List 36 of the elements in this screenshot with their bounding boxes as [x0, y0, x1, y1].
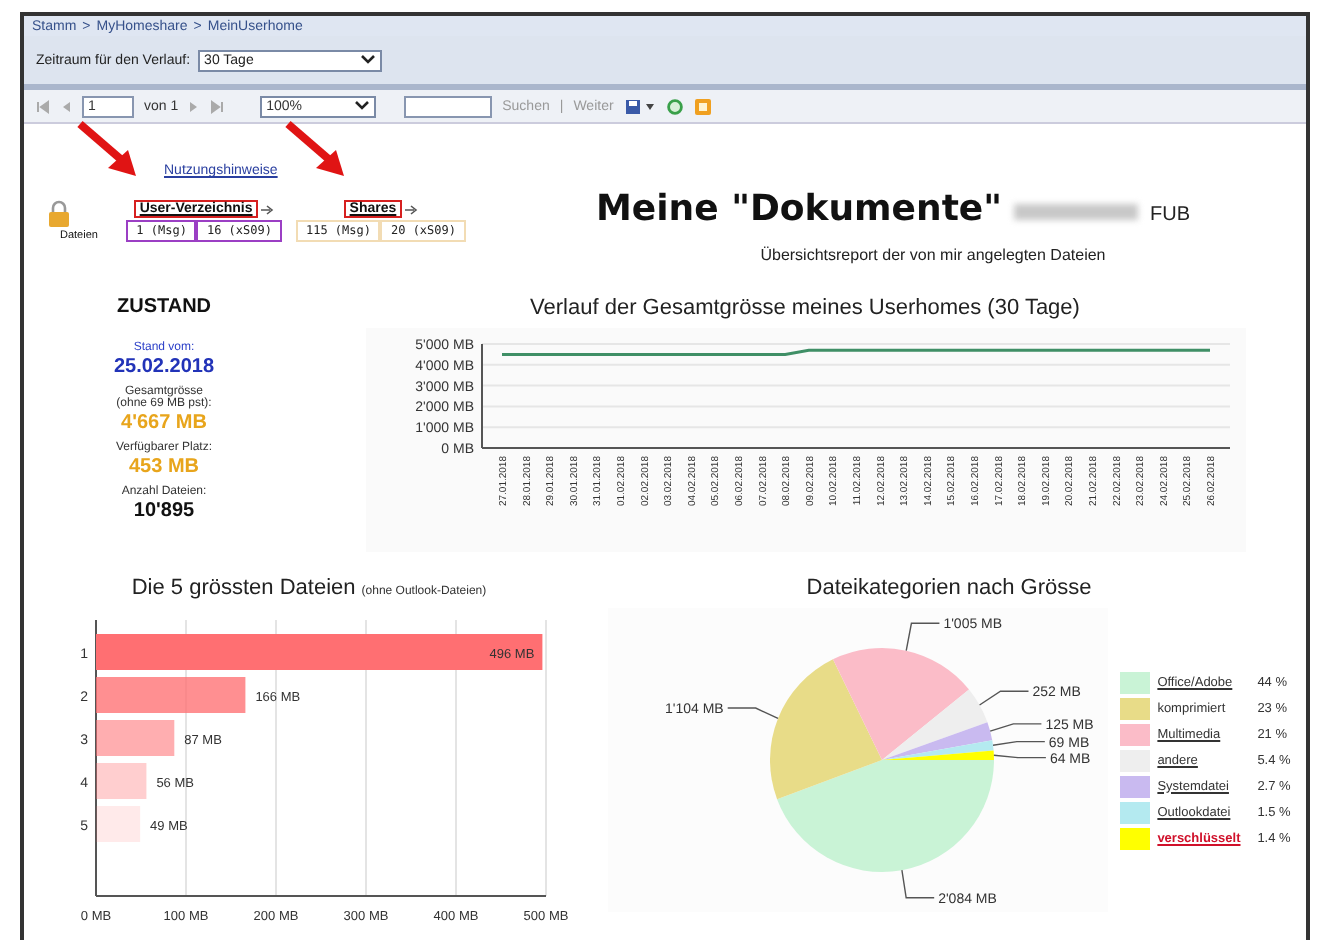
y-axis	[480, 343, 482, 449]
search-field[interactable]	[404, 95, 493, 117]
arrow-icon	[404, 203, 419, 215]
leader-line	[978, 690, 1029, 706]
caret-icon	[360, 54, 377, 66]
status-value: 453 MB	[128, 456, 199, 478]
caret-icon	[354, 100, 371, 112]
leader-line	[988, 723, 1042, 732]
last-page-icon[interactable]	[210, 99, 225, 113]
status-value: 10'895	[133, 500, 195, 522]
next-page-icon[interactable]	[188, 99, 201, 113]
first-page-icon[interactable]	[36, 99, 50, 113]
leader-line	[992, 754, 1046, 759]
chart-title: Die 5 grössten Dateien	[131, 576, 356, 600]
chart-title: Dateikategorien nach Grösse	[806, 576, 1092, 600]
owner-suffix: FUB	[1150, 204, 1191, 226]
status-heading: ZUSTAND	[116, 296, 212, 318]
export-icon[interactable]	[623, 97, 656, 115]
leader-line	[900, 869, 935, 899]
lock-icon	[48, 200, 70, 228]
bar	[95, 763, 146, 799]
leader-line	[991, 740, 1045, 746]
report-title: Meine "Dokumente"	[595, 188, 1003, 230]
bar	[95, 806, 140, 842]
bar	[95, 720, 174, 756]
print-icon[interactable]	[693, 97, 712, 115]
refresh-icon[interactable]	[665, 97, 684, 115]
previous-page-icon[interactable]	[60, 99, 72, 113]
leader-line	[904, 622, 940, 652]
redaction-bar	[1014, 204, 1139, 220]
arrow-icon	[260, 203, 275, 215]
leader-line	[726, 707, 779, 720]
status-value: 4'667 MB	[121, 412, 207, 434]
status-value: 25.02.2018	[113, 356, 215, 378]
chart-title: Verlauf der Gesamtgrösse meines Userhomes (30 Tage)	[530, 296, 1080, 320]
report-subtitle: Übersichtsreport der von mir angelegten Dateien	[760, 246, 1106, 264]
